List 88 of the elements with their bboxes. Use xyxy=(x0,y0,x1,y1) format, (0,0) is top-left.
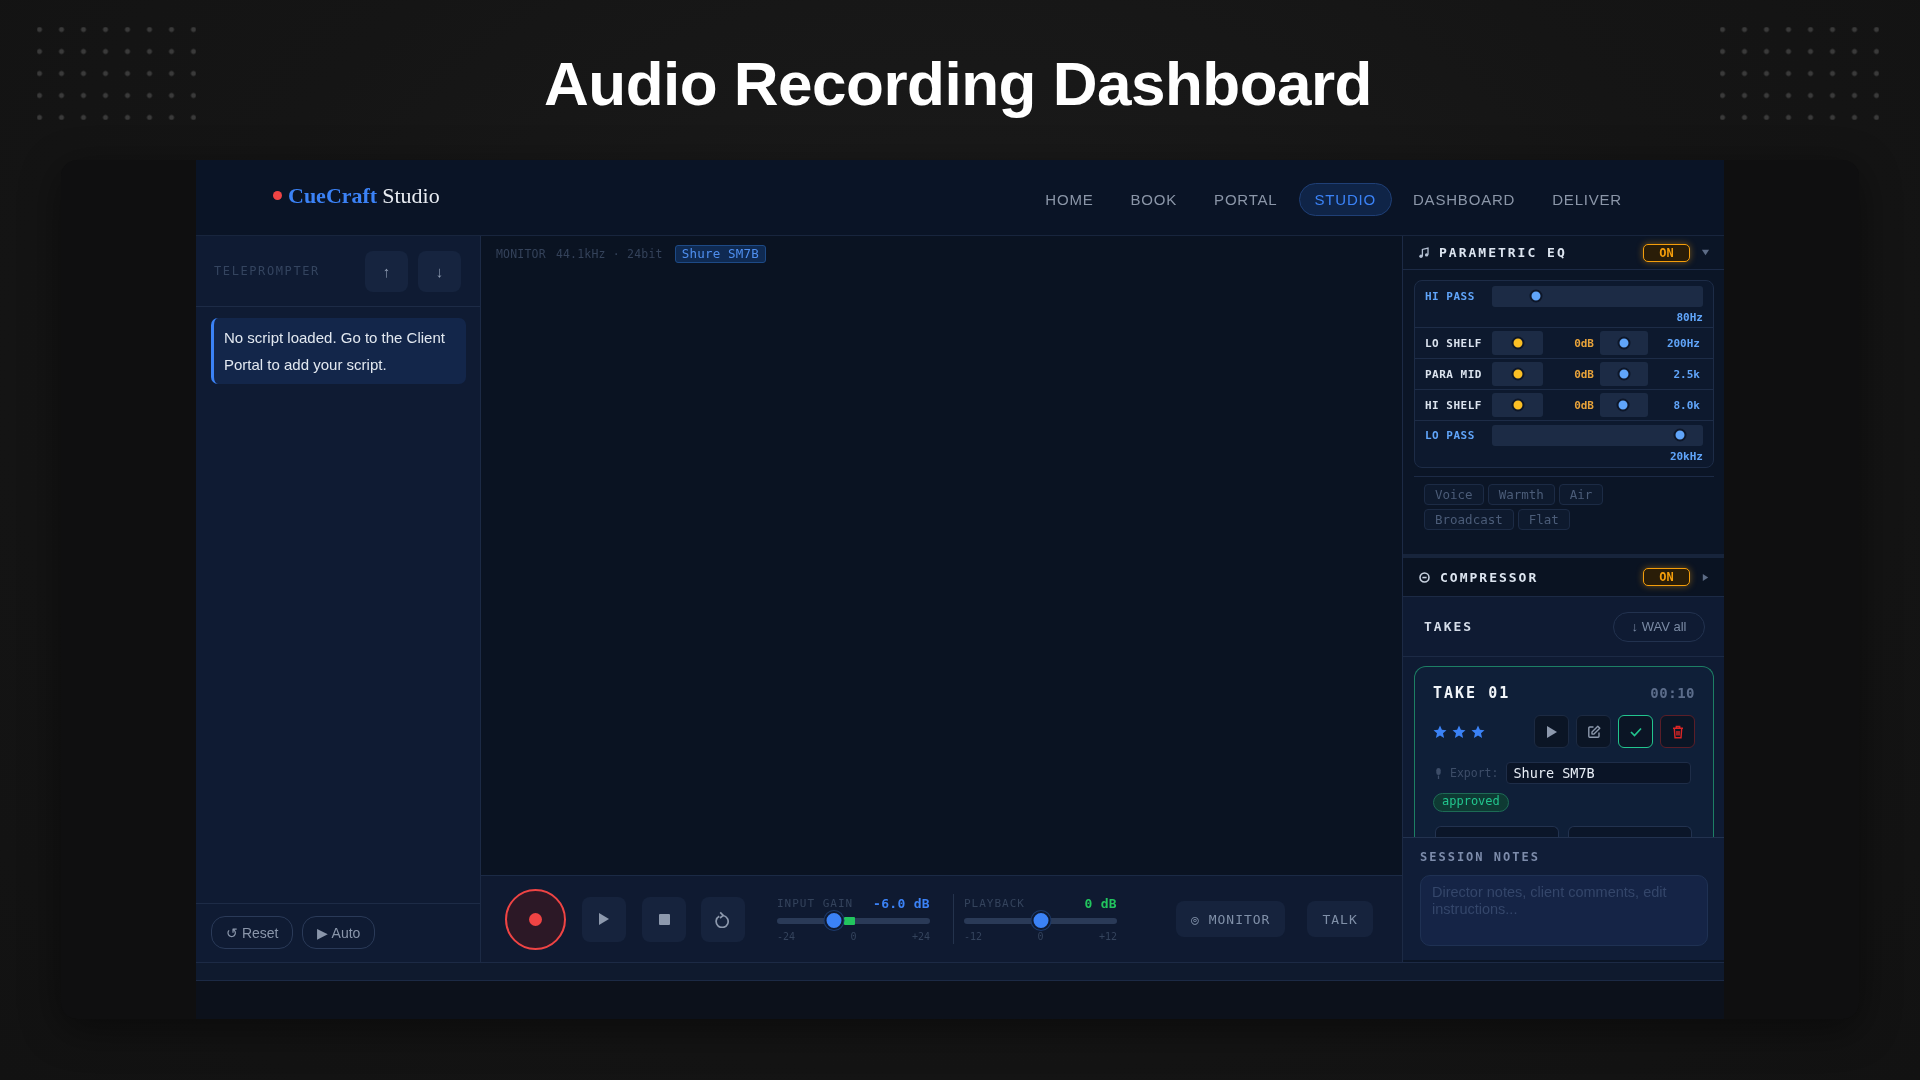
logo-dot-icon xyxy=(273,191,282,200)
slider-track[interactable] xyxy=(1600,362,1648,386)
offset-fill xyxy=(844,916,855,925)
section-title: PARAMETRIC EQ xyxy=(1439,245,1567,260)
slider-track[interactable] xyxy=(964,911,1117,930)
gain-reading: 0dB xyxy=(1573,398,1594,412)
trash-icon xyxy=(1671,724,1684,739)
microphone-icon xyxy=(1435,767,1442,779)
audio-format: 44.1kHz · 24bit xyxy=(555,247,663,261)
frequency-reading: 200Hz xyxy=(1665,336,1700,350)
slider-track[interactable] xyxy=(1600,393,1648,417)
gain-reading: 0dB xyxy=(1573,367,1594,381)
slider-thumb[interactable] xyxy=(1511,398,1524,412)
slider-track[interactable] xyxy=(777,911,930,930)
brand-name: CueCraft xyxy=(288,182,378,209)
edit-icon xyxy=(1586,724,1601,739)
stop-icon xyxy=(658,913,670,925)
monitor-label: MONITOR xyxy=(496,247,546,261)
circular-arrow-icon xyxy=(715,910,731,928)
reset-button[interactable]: ↺ Reset xyxy=(211,916,294,949)
status-badge: approved xyxy=(1433,793,1509,812)
band-label: HI SHELF xyxy=(1425,398,1483,412)
slider-track[interactable] xyxy=(1492,393,1543,417)
frequency-reading: 80Hz xyxy=(1675,310,1703,324)
nav-tab[interactable]: HOME xyxy=(1029,182,1110,216)
fader-reading: -6.0 dB xyxy=(873,895,930,911)
slider-thumb[interactable] xyxy=(1617,336,1631,350)
slider-track[interactable] xyxy=(1492,362,1543,386)
slider-track[interactable] xyxy=(1492,424,1703,446)
autoscroll-button[interactable]: ▶ Auto xyxy=(302,916,376,949)
gain-reading: 0dB xyxy=(1573,336,1594,350)
slider-track[interactable] xyxy=(1492,285,1703,307)
ring-icon xyxy=(1419,571,1430,583)
frequency-reading: 2.5k xyxy=(1672,367,1700,381)
record-button[interactable] xyxy=(505,888,566,950)
slide-title: Audio Recording Dashboard xyxy=(544,48,1372,120)
edit-button[interactable] xyxy=(1576,715,1611,748)
mic-badge: Shure SM7B xyxy=(674,245,766,263)
slider-thumb[interactable] xyxy=(1031,911,1050,930)
fader-reading: 0 dB xyxy=(1084,895,1117,911)
toggle-button[interactable]: ON xyxy=(1643,243,1690,262)
slider-thumb[interactable] xyxy=(1616,398,1630,412)
slider-thumb[interactable] xyxy=(824,911,844,930)
slider-thumb[interactable] xyxy=(1511,367,1524,381)
star-icon xyxy=(1433,724,1447,739)
frequency-reading: 8.0k xyxy=(1672,398,1700,412)
nav-tab[interactable]: BOOK xyxy=(1114,182,1194,216)
band-label: LO PASS xyxy=(1425,428,1476,442)
record-icon xyxy=(529,912,542,926)
nav-tab[interactable]: PORTAL xyxy=(1198,182,1294,216)
delete-button[interactable] xyxy=(1660,715,1695,748)
loop-button[interactable] xyxy=(701,896,745,942)
take-duration: 00:10 xyxy=(1650,685,1695,701)
nav-tab[interactable]: DELIVER xyxy=(1536,182,1638,216)
nav-tab[interactable]: DASHBOARD xyxy=(1397,182,1532,216)
export-field[interactable]: Shure SM7B xyxy=(1506,762,1692,784)
brand-suffix: Studio xyxy=(382,182,440,209)
frequency-reading: 20kHz xyxy=(1668,449,1703,463)
slider-thumb[interactable] xyxy=(1673,428,1687,442)
nav-tab[interactable]: STUDIO xyxy=(1298,182,1392,216)
toggle-button[interactable]: ON xyxy=(1643,568,1690,586)
check-icon xyxy=(1629,726,1642,737)
slider-thumb[interactable] xyxy=(1529,289,1543,303)
play-icon xyxy=(599,913,609,925)
music-note-icon xyxy=(1419,247,1429,258)
section-title: COMPRESSOR xyxy=(1440,569,1539,585)
slider-track[interactable] xyxy=(1600,331,1648,355)
talk-button[interactable]: TALK xyxy=(1307,901,1373,937)
play-button[interactable] xyxy=(582,896,626,942)
star-icon xyxy=(1471,724,1485,739)
take-name: TAKE 01 xyxy=(1433,684,1511,702)
section-title: TAKES xyxy=(1424,619,1474,634)
script-message: No script loaded. Go to the Client Portal to add your script. xyxy=(211,318,466,384)
monitor-button[interactable]: ◎ MONITOR xyxy=(1176,901,1286,937)
play-button[interactable] xyxy=(1534,715,1569,748)
scroll-button[interactable]: ↑ xyxy=(365,250,408,292)
section-title: SESSION NOTES xyxy=(1420,849,1541,865)
scroll-button[interactable]: ↓ xyxy=(418,250,461,292)
band-label: HI PASS xyxy=(1425,289,1476,303)
slider-thumb[interactable] xyxy=(1511,336,1524,350)
approve-button[interactable] xyxy=(1618,715,1653,748)
slider-thumb[interactable] xyxy=(1617,367,1631,381)
play-icon xyxy=(1546,725,1557,738)
stop-button[interactable] xyxy=(642,896,686,942)
band-label: PARA MID xyxy=(1425,367,1483,381)
band-label: LO SHELF xyxy=(1425,336,1483,350)
slider-track[interactable] xyxy=(1492,331,1543,355)
star-icon xyxy=(1452,724,1466,739)
